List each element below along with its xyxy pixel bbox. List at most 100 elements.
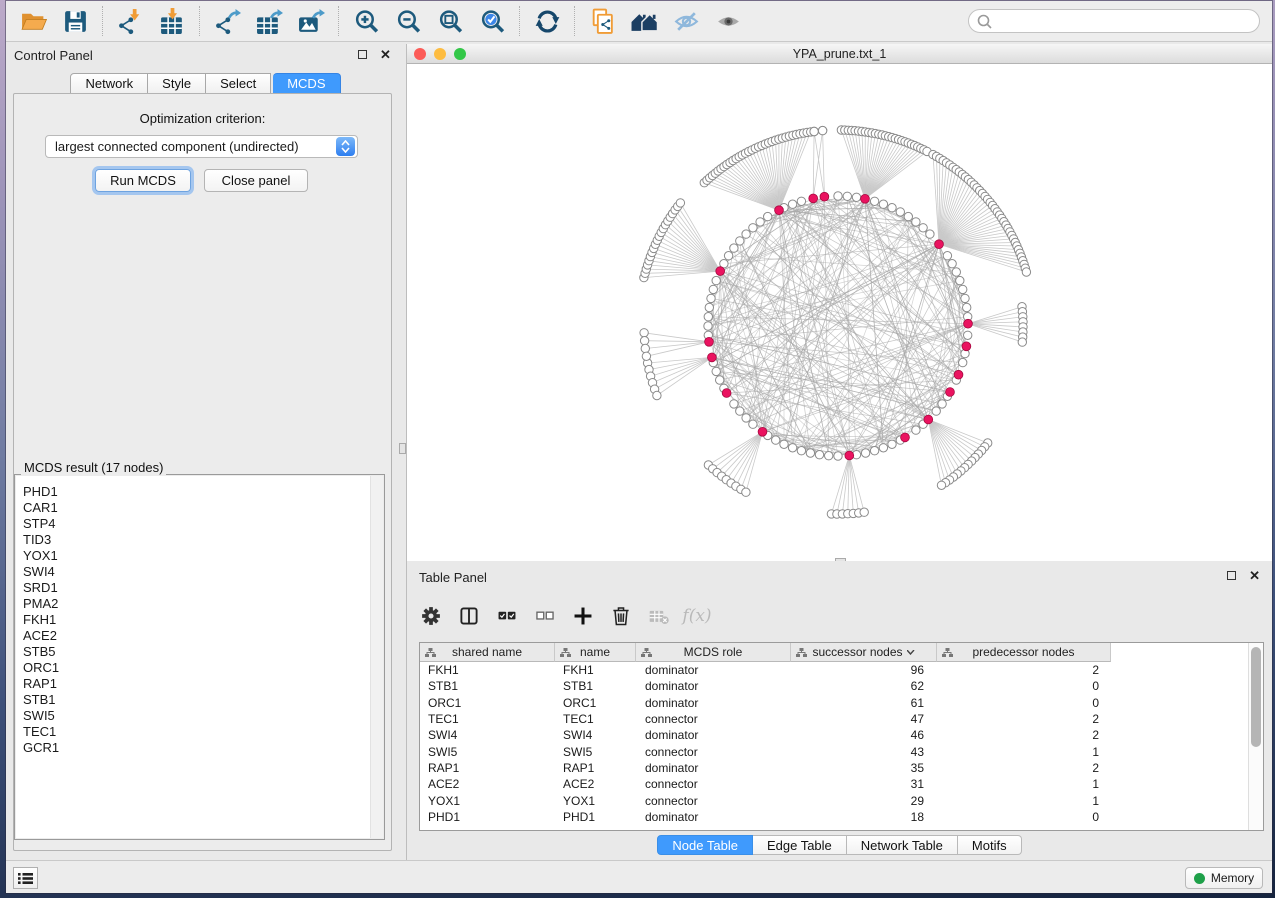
mcds-result-item[interactable]: RAP1 <box>23 676 383 692</box>
save-icon <box>62 8 89 35</box>
import-network-button[interactable] <box>109 4 151 38</box>
table-row[interactable]: RAP1RAP1dominator352 <box>420 760 1248 776</box>
mcds-result-item[interactable]: TEC1 <box>23 724 383 740</box>
export-network-icon <box>214 8 241 35</box>
close-icon[interactable]: ✕ <box>1249 571 1260 580</box>
mcds-result-item[interactable]: SWI5 <box>23 708 383 724</box>
close-icon[interactable]: ✕ <box>380 50 391 59</box>
home-button[interactable] <box>623 4 665 38</box>
vertical-splitter-grip[interactable] <box>399 443 406 454</box>
run-mcds-button[interactable]: Run MCDS <box>95 169 191 192</box>
table-row[interactable]: FKH1FKH1dominator962 <box>420 662 1248 678</box>
mcds-result-item[interactable]: ACE2 <box>23 628 383 644</box>
network-canvas[interactable] <box>407 64 1272 561</box>
import-network-icon <box>117 8 144 35</box>
tab-network[interactable]: Network <box>70 73 148 94</box>
network-window-titlebar[interactable]: YPA_prune.txt_1 <box>407 44 1272 64</box>
float-icon[interactable] <box>358 50 367 59</box>
table-panel-title: Table Panel <box>419 570 487 585</box>
close-panel-button[interactable]: Close panel <box>204 169 308 192</box>
delete-button[interactable] <box>609 604 633 628</box>
mcds-result-item[interactable]: SRD1 <box>23 580 383 596</box>
table-row[interactable]: ORC1ORC1dominator610 <box>420 695 1248 711</box>
criterion-value: largest connected component (undirected) <box>55 139 299 154</box>
table-row[interactable]: SWI5SWI5connector431 <box>420 743 1248 759</box>
mcds-result-item[interactable]: STP4 <box>23 516 383 532</box>
table-row[interactable]: TEC1TEC1connector472 <box>420 711 1248 727</box>
column-header-predecessor-nodes[interactable]: predecessor nodes <box>937 643 1111 662</box>
table-row[interactable]: STB1STB1dominator620 <box>420 678 1248 694</box>
select-all-button[interactable] <box>495 604 519 628</box>
mcds-result-item[interactable]: GCR1 <box>23 740 383 756</box>
export-table-button[interactable] <box>248 4 290 38</box>
table-scrollbar-thumb[interactable] <box>1251 647 1261 747</box>
mcds-result-item[interactable]: STB1 <box>23 692 383 708</box>
mcds-result-item[interactable]: ORC1 <box>23 660 383 676</box>
table-row[interactable]: ACE2ACE2connector311 <box>420 776 1248 792</box>
mcds-result-item[interactable]: FKH1 <box>23 612 383 628</box>
mcds-result-item[interactable]: PMA2 <box>23 596 383 612</box>
memory-status-icon <box>1194 873 1205 884</box>
network-graph <box>407 64 1272 561</box>
split-columns-button[interactable] <box>457 604 481 628</box>
settings-button[interactable] <box>419 604 443 628</box>
add-button[interactable] <box>571 604 595 628</box>
table-row[interactable]: PHD1PHD1dominator180 <box>420 809 1248 825</box>
table-tab-network-table[interactable]: Network Table <box>847 835 958 855</box>
zoom-in-icon <box>353 8 380 35</box>
column-header-successor-nodes[interactable]: successor nodes <box>791 643 937 662</box>
export-image-button[interactable] <box>290 4 332 38</box>
table-header: shared namenameMCDS rolesuccessor nodesp… <box>420 643 1248 662</box>
deselect-all-icon <box>534 605 556 627</box>
optimization-criterion-label: Optimization criterion: <box>14 111 391 126</box>
show-network-button[interactable] <box>707 4 749 38</box>
mcds-result-item[interactable]: TID3 <box>23 532 383 548</box>
share-document-button[interactable] <box>581 4 623 38</box>
table-toolbar: f(x) <box>419 599 709 633</box>
zoom-out-button[interactable] <box>387 4 429 38</box>
mcds-result-scrollbar[interactable] <box>370 476 383 838</box>
search-input[interactable] <box>998 14 1251 29</box>
mcds-result-item[interactable]: STB5 <box>23 644 383 660</box>
show-network-icon <box>715 8 742 35</box>
table-scrollbar[interactable] <box>1248 643 1263 830</box>
column-header-MCDS-role[interactable]: MCDS role <box>636 643 791 662</box>
node-table: shared namenameMCDS rolesuccessor nodesp… <box>419 642 1264 831</box>
table-tabs: Node TableEdge TableNetwork TableMotifs <box>407 835 1272 855</box>
zoom-fit-button[interactable] <box>429 4 471 38</box>
open-button[interactable] <box>12 4 54 38</box>
tab-mcds[interactable]: MCDS <box>273 73 340 94</box>
tab-style[interactable]: Style <box>148 73 206 94</box>
desktop-background: Control Panel ✕ NetworkStyleSelectMCDS O… <box>0 0 1275 898</box>
save-button[interactable] <box>54 4 96 38</box>
delete-table-button[interactable] <box>647 604 671 628</box>
export-network-button[interactable] <box>206 4 248 38</box>
zoom-in-button[interactable] <box>345 4 387 38</box>
task-history-button[interactable] <box>13 867 38 889</box>
search-box[interactable] <box>968 9 1260 33</box>
deselect-all-button[interactable] <box>533 604 557 628</box>
mcds-result-item[interactable]: YOX1 <box>23 548 383 564</box>
zoom-selected-button[interactable] <box>471 4 513 38</box>
refresh-button[interactable] <box>526 4 568 38</box>
mcds-result-item[interactable]: SWI4 <box>23 564 383 580</box>
table-row[interactable]: SWI4SWI4dominator462 <box>420 727 1248 743</box>
table-panel-window-icons: ✕ <box>1227 571 1260 580</box>
column-header-name[interactable]: name <box>555 643 636 662</box>
control-panel-title: Control Panel <box>14 48 93 63</box>
table-tab-edge-table[interactable]: Edge Table <box>753 835 847 855</box>
memory-button[interactable]: Memory <box>1185 867 1263 889</box>
mcds-result-item[interactable]: PHD1 <box>23 484 383 500</box>
float-icon[interactable] <box>1227 571 1236 580</box>
table-tab-motifs[interactable]: Motifs <box>958 835 1022 855</box>
mcds-result-item[interactable]: CAR1 <box>23 500 383 516</box>
tab-select[interactable]: Select <box>206 73 271 94</box>
table-row[interactable]: YOX1YOX1connector291 <box>420 792 1248 808</box>
hide-network-button[interactable] <box>665 4 707 38</box>
function-builder-button[interactable]: f(x) <box>685 604 709 628</box>
import-table-button[interactable] <box>151 4 193 38</box>
table-tab-node-table[interactable]: Node Table <box>657 835 753 855</box>
criterion-select[interactable]: largest connected component (undirected) <box>45 135 358 158</box>
mcds-result-list[interactable]: PHD1CAR1STP4TID3YOX1SWI4SRD1PMA2FKH1ACE2… <box>16 476 383 838</box>
column-header-shared-name[interactable]: shared name <box>420 643 555 662</box>
